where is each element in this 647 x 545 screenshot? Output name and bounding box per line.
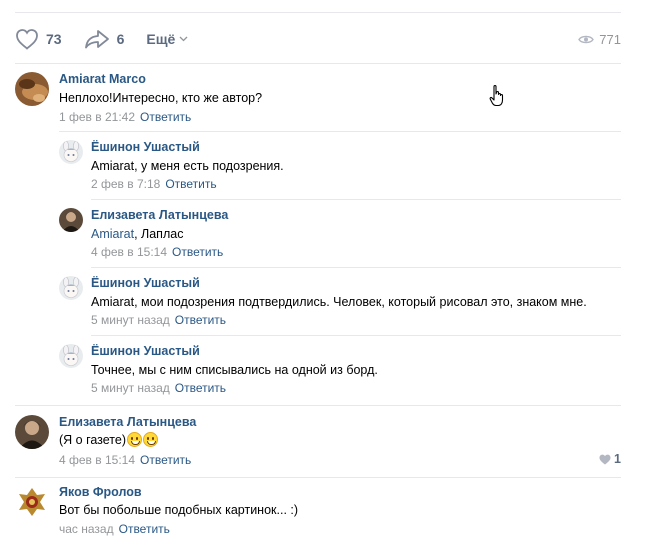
comment-text: Вот бы побольше подобных картинок... :) <box>59 503 299 517</box>
comment-time[interactable]: час назад <box>59 522 114 536</box>
avatar[interactable] <box>59 344 83 368</box>
comment-author[interactable]: Яков Фролов <box>59 485 142 499</box>
comment-meta: 4 фев в 15:14 Ответить <box>91 245 223 259</box>
rabbit-avatar-icon <box>59 344 83 368</box>
divider <box>91 199 621 200</box>
comment-meta: 5 минут назад Ответить <box>91 313 226 327</box>
divider <box>15 63 621 64</box>
comment-time[interactable]: 4 фев в 15:14 <box>91 245 167 259</box>
divider <box>59 131 621 132</box>
portrait-avatar-icon <box>59 208 83 232</box>
comment-text: Amiarat, мои подозрения подтвердились. Ч… <box>91 295 587 309</box>
reply-link[interactable]: Ответить <box>175 381 226 395</box>
reply-link[interactable]: Ответить <box>165 177 216 191</box>
comment-time[interactable]: 5 минут назад <box>91 313 170 327</box>
emblem-avatar-icon <box>15 485 49 519</box>
avatar[interactable] <box>59 140 83 164</box>
views-count: 771 <box>599 31 621 47</box>
reply-link[interactable]: Ответить <box>140 453 191 467</box>
rabbit-avatar-icon <box>59 276 83 300</box>
grinning-emoji-icon <box>127 432 143 447</box>
comment-author[interactable]: Ёшинон Ушастый <box>91 140 200 154</box>
mention-link[interactable]: Amiarat <box>91 227 134 241</box>
comment-meta: 5 минут назад Ответить <box>91 381 226 395</box>
rabbit-avatar-icon <box>59 140 83 164</box>
comment-meta: 1 фев в 21:42 Ответить <box>59 110 191 124</box>
comment-text: Amiarat, у меня есть подозрения. <box>91 159 284 173</box>
comment-meta: 2 фев в 7:18 Ответить <box>91 177 217 191</box>
comment-reply: Ёшинон Ушастый Amiarat, мои подозрения п… <box>59 276 621 330</box>
comment: Amiarat Marco Неплохо!Интересно, кто же … <box>15 72 621 126</box>
shares-count: 6 <box>116 31 125 47</box>
more-label: Ещё <box>146 31 176 47</box>
chevron-down-icon <box>179 36 188 42</box>
avatar[interactable] <box>15 485 49 519</box>
comment-meta: 4 фев в 15:14 Ответить <box>59 453 191 467</box>
hand-cursor-icon <box>489 84 504 107</box>
avatar[interactable] <box>15 415 49 449</box>
previous-post-fragment: ▁▁ ▁▁▁▁ ▁▁ <box>15 0 215 5</box>
comment-text-body: (Я о газете) <box>59 433 127 447</box>
comment-like-button[interactable]: 1 <box>599 452 621 466</box>
comment-time[interactable]: 4 фев в 15:14 <box>59 453 135 467</box>
avatar[interactable] <box>59 276 83 300</box>
mention-text: Amiarat <box>91 295 135 309</box>
post-actions-bar: 73 6 Ещё 771 <box>15 26 621 52</box>
like-button[interactable]: 73 <box>15 28 62 50</box>
portrait-avatar-icon <box>15 415 49 449</box>
reply-link[interactable]: Ответить <box>172 245 223 259</box>
comment-text: Неплохо!Интересно, кто же автор? <box>59 91 263 105</box>
likes-count: 73 <box>46 31 62 47</box>
heart-icon <box>599 454 611 464</box>
more-button[interactable]: Ещё <box>146 31 188 47</box>
comment: Яков Фролов Вот бы побольше подобных кар… <box>15 485 621 541</box>
comment-reply: Елизавета Латынцева Amiarat, Лаплас 4 фе… <box>59 208 621 262</box>
reply-link[interactable]: Ответить <box>119 522 170 536</box>
comment-time[interactable]: 1 фев в 21:42 <box>59 110 135 124</box>
comment-reply: Ёшинон Ушастый Точнее, мы с ним списывал… <box>59 344 621 398</box>
divider <box>91 267 621 268</box>
comment-time[interactable]: 5 минут назад <box>91 381 170 395</box>
divider <box>15 477 621 478</box>
divider <box>15 12 621 13</box>
avatar-photo-icon <box>15 72 49 106</box>
divider <box>91 335 621 336</box>
grinning-emoji-icon <box>143 432 159 447</box>
comment-author[interactable]: Ёшинон Ушастый <box>91 344 200 358</box>
comment-text: (Я о газете) <box>59 432 159 447</box>
comment-text-body: , Лаплас <box>134 227 184 241</box>
comment-author[interactable]: Amiarat Marco <box>59 72 146 86</box>
share-arrow-icon <box>84 30 109 49</box>
comment-likes-count: 1 <box>614 452 621 466</box>
views-counter: 771 <box>578 32 621 47</box>
eye-icon <box>578 35 595 43</box>
comment-author[interactable]: Елизавета Латынцева <box>59 415 196 429</box>
comment-text: Amiarat, Лаплас <box>91 227 183 241</box>
heart-icon <box>16 29 38 50</box>
avatar[interactable] <box>59 208 83 232</box>
comment: Елизавета Латынцева (Я о газете) 4 фев в… <box>15 415 621 471</box>
comment-text-body: , мои подозрения подтвердились. Человек,… <box>134 295 587 309</box>
comment-time[interactable]: 2 фев в 7:18 <box>91 177 160 191</box>
reply-link[interactable]: Ответить <box>140 110 191 124</box>
comment-meta: час назад Ответить <box>59 522 170 536</box>
comment-reply: Ёшинон Ушастый Amiarat, у меня есть подо… <box>59 140 621 194</box>
share-button[interactable]: 6 <box>84 29 125 49</box>
reply-link[interactable]: Ответить <box>175 313 226 327</box>
comment-author[interactable]: Елизавета Латынцева <box>91 208 228 222</box>
comment-text: Точнее, мы с ним списывались на одной из… <box>91 363 378 377</box>
avatar[interactable] <box>15 72 49 106</box>
divider <box>15 405 621 406</box>
comment-author[interactable]: Ёшинон Ушастый <box>91 276 200 290</box>
